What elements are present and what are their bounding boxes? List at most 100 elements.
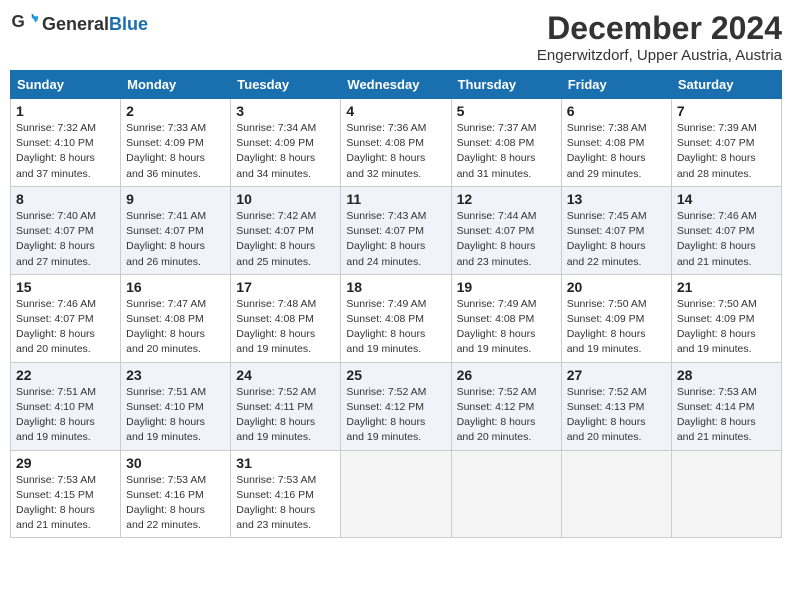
day-number: 18: [346, 279, 445, 295]
calendar-day: 23 Sunrise: 7:51 AMSunset: 4:10 PMDayligh…: [121, 362, 231, 450]
calendar-day: 30 Sunrise: 7:53 AMSunset: 4:16 PMDayligh…: [121, 450, 231, 538]
day-info: Sunrise: 7:46 AMSunset: 4:07 PMDaylight:…: [677, 209, 776, 270]
calendar-day: 27 Sunrise: 7:52 AMSunset: 4:13 PMDayligh…: [561, 362, 671, 450]
day-info: Sunrise: 7:53 AMSunset: 4:16 PMDaylight:…: [126, 473, 225, 534]
logo-general: General: [42, 14, 109, 34]
day-number: 30: [126, 455, 225, 471]
day-info: Sunrise: 7:32 AMSunset: 4:10 PMDaylight:…: [16, 121, 115, 182]
calendar-week-row: 8 Sunrise: 7:40 AMSunset: 4:07 PMDaylight…: [11, 186, 782, 274]
day-info: Sunrise: 7:52 AMSunset: 4:12 PMDaylight:…: [346, 385, 445, 446]
calendar-day: 15 Sunrise: 7:46 AMSunset: 4:07 PMDayligh…: [11, 274, 121, 362]
calendar-day: 11Sunrise: 7:43 AMSunset: 4:07 PMDayligh…: [341, 186, 451, 274]
day-info: Sunrise: 7:36 AMSunset: 4:08 PMDaylight:…: [346, 121, 445, 182]
calendar-day: 9 Sunrise: 7:41 AMSunset: 4:07 PMDaylight…: [121, 186, 231, 274]
day-number: 16: [126, 279, 225, 295]
title-block: December 2024 Engerwitzdorf, Upper Austr…: [537, 10, 782, 64]
calendar-day: 2 Sunrise: 7:33 AMSunset: 4:09 PMDaylight…: [121, 99, 231, 187]
calendar-day: 21 Sunrise: 7:50 AMSunset: 4:09 PMDayligh…: [671, 274, 781, 362]
calendar-week-row: 15 Sunrise: 7:46 AMSunset: 4:07 PMDayligh…: [11, 274, 782, 362]
day-number: 31: [236, 455, 335, 471]
day-number: 10: [236, 191, 335, 207]
calendar-day: 10 Sunrise: 7:42 AMSunset: 4:07 PMDayligh…: [231, 186, 341, 274]
calendar-day: 24 Sunrise: 7:52 AMSunset: 4:11 PMDayligh…: [231, 362, 341, 450]
weekday-header: Monday: [121, 71, 231, 99]
day-number: 17: [236, 279, 335, 295]
day-info: Sunrise: 7:34 AMSunset: 4:09 PMDaylight:…: [236, 121, 335, 182]
day-info: Sunrise: 7:38 AMSunset: 4:08 PMDaylight:…: [567, 121, 666, 182]
calendar-day: 3 Sunrise: 7:34 AMSunset: 4:09 PMDaylight…: [231, 99, 341, 187]
day-number: 26: [457, 367, 556, 383]
calendar-day: 26Sunrise: 7:52 AMSunset: 4:12 PMDayligh…: [451, 362, 561, 450]
calendar-day: 12Sunrise: 7:44 AMSunset: 4:07 PMDayligh…: [451, 186, 561, 274]
day-info: Sunrise: 7:52 AMSunset: 4:11 PMDaylight:…: [236, 385, 335, 446]
calendar-day: 19Sunrise: 7:49 AMSunset: 4:08 PMDayligh…: [451, 274, 561, 362]
calendar-day: [341, 450, 451, 538]
calendar-day: 20 Sunrise: 7:50 AMSunset: 4:09 PMDayligh…: [561, 274, 671, 362]
calendar-day: [451, 450, 561, 538]
logo-icon: G: [10, 10, 38, 38]
calendar-day: 29Sunrise: 7:53 AMSunset: 4:15 PMDayligh…: [11, 450, 121, 538]
day-number: 24: [236, 367, 335, 383]
calendar-day: 6Sunrise: 7:38 AMSunset: 4:08 PMDaylight…: [561, 99, 671, 187]
weekday-header: Saturday: [671, 71, 781, 99]
day-info: Sunrise: 7:50 AMSunset: 4:09 PMDaylight:…: [677, 297, 776, 358]
day-info: Sunrise: 7:40 AMSunset: 4:07 PMDaylight:…: [16, 209, 115, 270]
day-info: Sunrise: 7:48 AMSunset: 4:08 PMDaylight:…: [236, 297, 335, 358]
day-number: 28: [677, 367, 776, 383]
day-number: 9: [126, 191, 225, 207]
weekday-header-row: SundayMondayTuesdayWednesdayThursdayFrid…: [11, 71, 782, 99]
weekday-header: Thursday: [451, 71, 561, 99]
day-number: 23: [126, 367, 225, 383]
page-header: G GeneralBlue December 2024 Engerwitzdor…: [10, 10, 782, 64]
day-info: Sunrise: 7:44 AMSunset: 4:07 PMDaylight:…: [457, 209, 556, 270]
day-number: 1: [16, 103, 115, 119]
calendar-week-row: 1 Sunrise: 7:32 AMSunset: 4:10 PMDaylight…: [11, 99, 782, 187]
day-number: 13: [567, 191, 666, 207]
calendar-day: 7Sunrise: 7:39 AMSunset: 4:07 PMDaylight…: [671, 99, 781, 187]
day-number: 5: [457, 103, 556, 119]
calendar-day: 28 Sunrise: 7:53 AMSunset: 4:14 PMDayligh…: [671, 362, 781, 450]
calendar-week-row: 22 Sunrise: 7:51 AMSunset: 4:10 PMDayligh…: [11, 362, 782, 450]
calendar-day: [671, 450, 781, 538]
day-info: Sunrise: 7:49 AMSunset: 4:08 PMDaylight:…: [346, 297, 445, 358]
calendar-day: 16 Sunrise: 7:47 AMSunset: 4:08 PMDayligh…: [121, 274, 231, 362]
day-number: 27: [567, 367, 666, 383]
day-number: 14: [677, 191, 776, 207]
day-info: Sunrise: 7:52 AMSunset: 4:13 PMDaylight:…: [567, 385, 666, 446]
day-number: 20: [567, 279, 666, 295]
weekday-header: Tuesday: [231, 71, 341, 99]
weekday-header: Sunday: [11, 71, 121, 99]
calendar-day: 14 Sunrise: 7:46 AMSunset: 4:07 PMDayligh…: [671, 186, 781, 274]
day-info: Sunrise: 7:47 AMSunset: 4:08 PMDaylight:…: [126, 297, 225, 358]
day-info: Sunrise: 7:46 AMSunset: 4:07 PMDaylight:…: [16, 297, 115, 358]
day-number: 21: [677, 279, 776, 295]
calendar-day: 25 Sunrise: 7:52 AMSunset: 4:12 PMDayligh…: [341, 362, 451, 450]
day-info: Sunrise: 7:41 AMSunset: 4:07 PMDaylight:…: [126, 209, 225, 270]
calendar-day: 17 Sunrise: 7:48 AMSunset: 4:08 PMDayligh…: [231, 274, 341, 362]
calendar-day: 5 Sunrise: 7:37 AMSunset: 4:08 PMDaylight…: [451, 99, 561, 187]
day-info: Sunrise: 7:33 AMSunset: 4:09 PMDaylight:…: [126, 121, 225, 182]
day-number: 2: [126, 103, 225, 119]
calendar-table: SundayMondayTuesdayWednesdayThursdayFrid…: [10, 70, 782, 538]
calendar-day: 18 Sunrise: 7:49 AMSunset: 4:08 PMDayligh…: [341, 274, 451, 362]
day-number: 15: [16, 279, 115, 295]
day-info: Sunrise: 7:37 AMSunset: 4:08 PMDaylight:…: [457, 121, 556, 182]
day-info: Sunrise: 7:53 AMSunset: 4:15 PMDaylight:…: [16, 473, 115, 534]
location-subtitle: Engerwitzdorf, Upper Austria, Austria: [537, 47, 782, 64]
logo-blue: Blue: [109, 14, 148, 34]
logo: G GeneralBlue: [10, 10, 148, 38]
month-title: December 2024: [537, 10, 782, 47]
day-info: Sunrise: 7:45 AMSunset: 4:07 PMDaylight:…: [567, 209, 666, 270]
day-number: 4: [346, 103, 445, 119]
day-number: 25: [346, 367, 445, 383]
calendar-day: [561, 450, 671, 538]
day-info: Sunrise: 7:51 AMSunset: 4:10 PMDaylight:…: [126, 385, 225, 446]
day-number: 22: [16, 367, 115, 383]
day-info: Sunrise: 7:42 AMSunset: 4:07 PMDaylight:…: [236, 209, 335, 270]
day-info: Sunrise: 7:50 AMSunset: 4:09 PMDaylight:…: [567, 297, 666, 358]
calendar-week-row: 29Sunrise: 7:53 AMSunset: 4:15 PMDayligh…: [11, 450, 782, 538]
day-info: Sunrise: 7:53 AMSunset: 4:14 PMDaylight:…: [677, 385, 776, 446]
day-number: 19: [457, 279, 556, 295]
day-number: 3: [236, 103, 335, 119]
day-number: 8: [16, 191, 115, 207]
